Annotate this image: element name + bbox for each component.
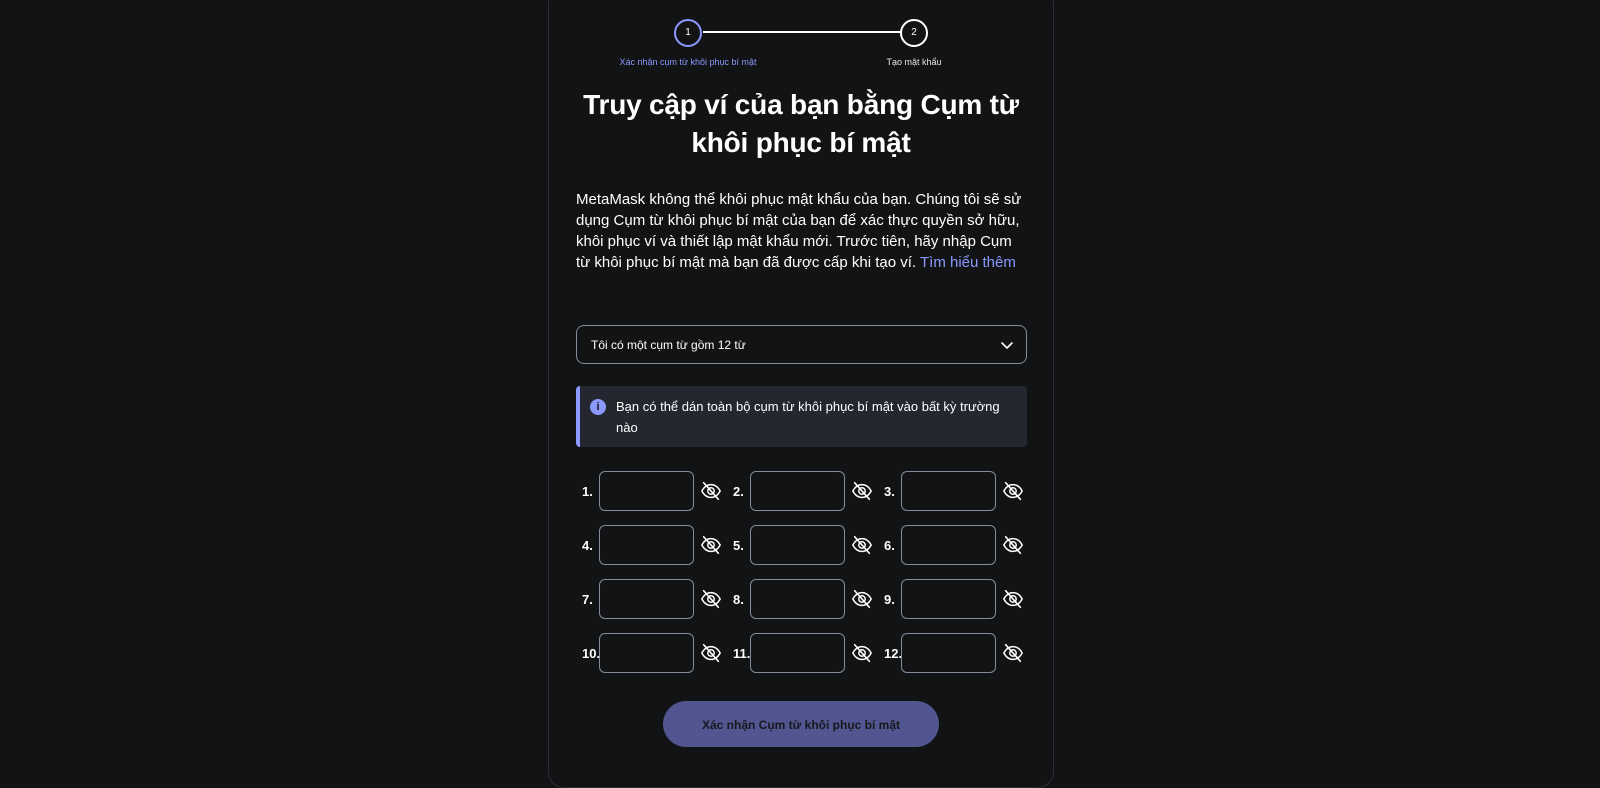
- srp-word-number: 7.: [582, 591, 593, 607]
- description-text: MetaMask không thể khôi phục mật khẩu củ…: [576, 189, 1022, 273]
- page-title-line-2: khôi phục bí mật: [691, 127, 911, 158]
- page-title-line-1: Truy cập ví của bạn bằng Cụm từ: [583, 89, 1019, 120]
- srp-word-input[interactable]: [599, 525, 694, 565]
- srp-word-input[interactable]: [901, 525, 996, 565]
- page-title: Truy cập ví của bạn bằng Cụm từ khôi phụ…: [548, 86, 1054, 162]
- eye-slash-icon[interactable]: [851, 642, 873, 664]
- srp-word-field: 8.: [733, 578, 873, 620]
- eye-slash-icon[interactable]: [700, 642, 722, 664]
- srp-word-field: 2.: [733, 470, 873, 512]
- dropdown-selected-value: Tôi có một cụm từ gồm 12 từ: [591, 337, 746, 352]
- srp-word-number: 8.: [733, 591, 744, 607]
- step-1-label: Xác nhận cụm từ khôi phục bí mật: [619, 57, 757, 67]
- srp-word-input[interactable]: [750, 525, 845, 565]
- step-2-label: Tạo mật khẩu: [886, 57, 942, 67]
- confirm-srp-button[interactable]: Xác nhận Cụm từ khôi phục bí mật: [663, 701, 939, 747]
- srp-word-input[interactable]: [901, 633, 996, 673]
- srp-word-number: 2.: [733, 483, 744, 499]
- srp-word-number: 6.: [884, 537, 895, 553]
- eye-slash-icon[interactable]: [700, 588, 722, 610]
- info-banner-text: Bạn có thể dán toàn bộ cụm từ khôi phục …: [616, 399, 1000, 435]
- info-banner: i Bạn có thể dán toàn bộ cụm từ khôi phụ…: [576, 386, 1027, 447]
- srp-word-field: 1.: [582, 470, 722, 512]
- srp-word-input[interactable]: [750, 471, 845, 511]
- srp-word-field: 10.: [582, 632, 722, 674]
- srp-word-input[interactable]: [599, 633, 694, 673]
- srp-word-number: 4.: [582, 537, 593, 553]
- step-2-indicator: 2: [900, 19, 928, 47]
- srp-word-input[interactable]: [901, 471, 996, 511]
- stepper-connector-line: [703, 31, 901, 33]
- srp-word-input[interactable]: [901, 579, 996, 619]
- info-icon: i: [590, 399, 606, 415]
- srp-word-field: 9.: [884, 578, 1024, 620]
- eye-slash-icon[interactable]: [1002, 642, 1024, 664]
- srp-word-field: 4.: [582, 524, 722, 566]
- eye-slash-icon[interactable]: [700, 480, 722, 502]
- srp-word-number: 10.: [582, 645, 601, 661]
- progress-stepper: 1 2 Xác nhận cụm từ khôi phục bí mật Tạo…: [0, 0, 1600, 80]
- phrase-length-dropdown[interactable]: Tôi có một cụm từ gồm 12 từ: [576, 325, 1027, 364]
- srp-word-number: 3.: [884, 483, 895, 499]
- chevron-down-icon: [1001, 341, 1013, 349]
- srp-word-field: 3.: [884, 470, 1024, 512]
- eye-slash-icon[interactable]: [851, 588, 873, 610]
- step-1-indicator: 1: [674, 19, 702, 47]
- srp-word-field: 12.: [884, 632, 1024, 674]
- srp-word-field: 6.: [884, 524, 1024, 566]
- eye-slash-icon[interactable]: [1002, 480, 1024, 502]
- eye-slash-icon[interactable]: [1002, 588, 1024, 610]
- srp-word-number: 12.: [884, 645, 903, 661]
- srp-word-field: 5.: [733, 524, 873, 566]
- srp-word-number: 5.: [733, 537, 744, 553]
- srp-word-input[interactable]: [750, 579, 845, 619]
- srp-word-number: 1.: [582, 483, 593, 499]
- srp-word-field: 11.: [733, 632, 873, 674]
- srp-word-number: 9.: [884, 591, 895, 607]
- srp-word-input[interactable]: [750, 633, 845, 673]
- srp-word-input[interactable]: [599, 471, 694, 511]
- eye-slash-icon[interactable]: [700, 534, 722, 556]
- srp-word-number: 11.: [733, 645, 751, 661]
- srp-word-input[interactable]: [599, 579, 694, 619]
- learn-more-link[interactable]: Tìm hiểu thêm: [920, 254, 1016, 271]
- eye-slash-icon[interactable]: [851, 480, 873, 502]
- srp-word-field: 7.: [582, 578, 722, 620]
- eye-slash-icon[interactable]: [851, 534, 873, 556]
- eye-slash-icon[interactable]: [1002, 534, 1024, 556]
